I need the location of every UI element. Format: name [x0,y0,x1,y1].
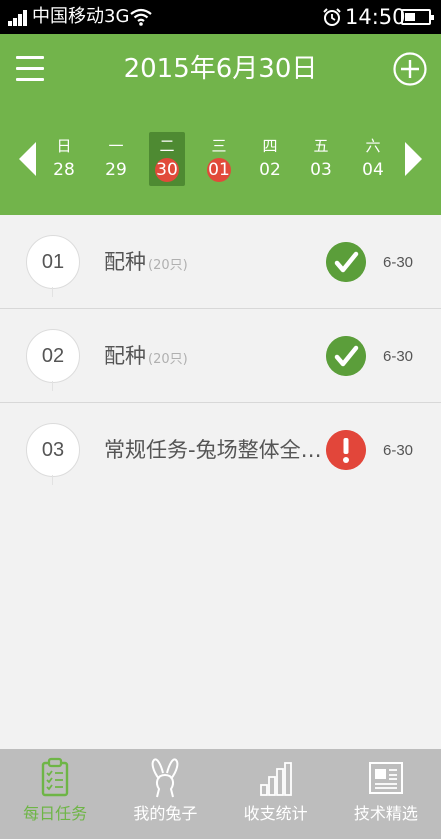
weekday-label: 一 [108,137,124,155]
task-name-wrap: 配种 (20只) [104,248,322,280]
newspaper-icon [368,762,403,794]
day-number: 04 [362,160,384,180]
nav-label: 每日任务 [23,804,88,823]
task-row[interactable]: 03 常规任务-兔场整体全面消毒 6-30 [0,403,441,497]
timeline-connector [52,475,53,485]
timeline-connector [52,287,53,297]
task-date: 6-30 [383,442,414,459]
alarm-icon [323,8,341,26]
add-icon[interactable] [393,52,427,86]
header: 2015年6月30日 日 28 一 29 二 30 三 01 四 02 五 03 六 04 [0,34,441,215]
weekday-label: 三 [211,137,227,155]
day-number: 03 [310,160,332,180]
task-row[interactable]: 01 配种 (20只) 6-30 [0,215,441,309]
clock-time: 14:50 [345,5,406,29]
task-name-wrap: 配种 (20只) [104,342,322,374]
day-number: 29 [105,160,127,180]
day-02[interactable]: 四 02 [244,131,296,189]
weekday-label: 二 [159,137,175,155]
nav-label: 我的兔子 [133,804,198,823]
day-number: 30 [155,158,179,182]
task-name: 常规任务-兔场整体全面消毒 [104,438,322,462]
battery-icon [401,9,434,25]
day-03[interactable]: 五 03 [295,131,347,189]
weekday-label: 五 [313,137,329,155]
day-number: 01 [207,158,231,182]
weekday-label: 四 [262,137,278,155]
task-quantity: (20只) [148,258,188,273]
day-number: 28 [53,160,75,180]
check-icon[interactable] [326,336,366,376]
task-name-wrap: 常规任务-兔场整体全面消毒 [104,436,322,464]
status-bar: 中国移动3G 14:50 [0,0,441,34]
bar-chart-icon [259,762,292,796]
task-row[interactable]: 02 配种 (20只) 6-30 [0,309,441,403]
task-date: 6-30 [383,254,414,271]
task-name: 配种 [104,344,146,368]
task-name: 配种 [104,250,146,274]
nav-label: 技术精选 [353,804,418,823]
task-date: 6-30 [383,348,414,365]
next-week-icon[interactable] [405,142,422,176]
check-icon[interactable] [326,242,366,282]
nav-my-rabbits[interactable]: 我的兔子 [110,749,220,839]
nav-daily-tasks[interactable]: 每日任务 [0,749,110,839]
day-29[interactable]: 一 29 [90,131,142,189]
task-index: 02 [26,329,80,383]
nav-label: 收支统计 [243,804,308,823]
nav-finance-stats[interactable]: 收支统计 [221,749,331,839]
task-quantity: (20只) [148,352,188,367]
nav-tech-selection[interactable]: 技术精选 [331,749,441,839]
clipboard-icon [41,757,69,797]
exclamation-icon[interactable] [326,430,366,470]
task-index: 01 [26,235,80,289]
signal-icon [8,10,30,26]
rabbit-icon [152,758,179,798]
weekday-label: 日 [56,137,72,155]
weekday-label: 六 [365,137,381,155]
day-28[interactable]: 日 28 [38,131,90,189]
day-01[interactable]: 三 01 [193,131,245,189]
week-strip: 日 28 一 29 二 30 三 01 四 02 五 03 六 04 [38,131,398,189]
day-30[interactable]: 二 30 [141,131,193,189]
page-title: 2015年6月30日 [123,54,318,84]
wifi-icon [130,8,152,26]
day-04[interactable]: 六 04 [347,131,399,189]
timeline-connector [52,381,53,391]
day-number: 02 [259,160,281,180]
bottom-nav: 每日任务 我的兔子 收支统计 技术精选 [0,749,441,839]
carrier-label: 中国移动3G [32,6,130,27]
task-index: 03 [26,423,80,477]
previous-week-icon[interactable] [19,142,36,176]
